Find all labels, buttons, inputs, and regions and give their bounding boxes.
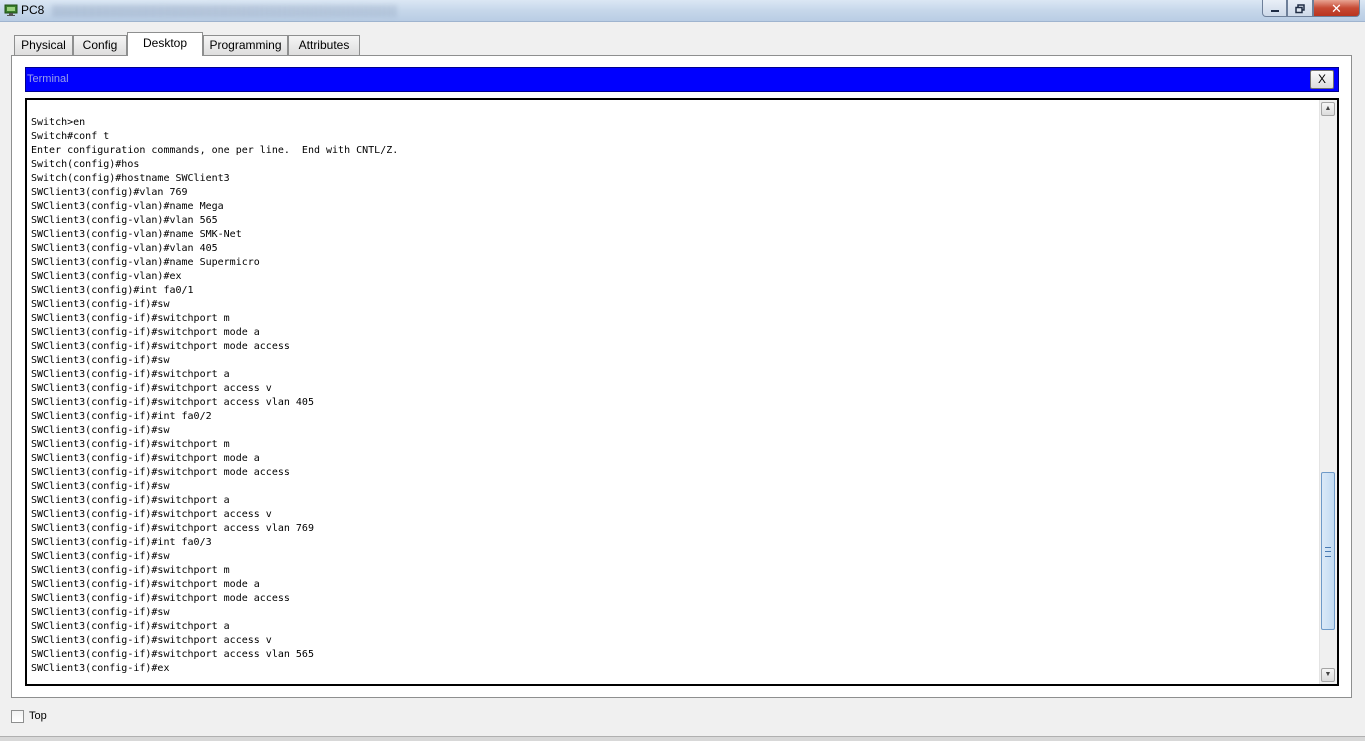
terminal-line: SWClient3(config-if)#switchport a	[31, 621, 230, 632]
terminal-console[interactable]: Switch>en Switch#conf t Enter configuratio…	[25, 98, 1339, 686]
arrow-up-icon: ▲	[1324, 105, 1332, 112]
tab-desktop[interactable]: Desktop	[127, 32, 203, 56]
terminal-line: SWClient3(config-if)#switchport access v…	[31, 523, 314, 534]
desktop-panel: Terminal X Switch>en Switch#conf t Enter c…	[11, 55, 1352, 698]
terminal-line: SWClient3(config-if)#sw	[31, 299, 170, 310]
scroll-down-button[interactable]: ▼	[1321, 668, 1335, 682]
terminal-line: SWClient3(config-vlan)#name SMK-Net	[31, 229, 242, 240]
terminal-line: SWClient3(config-if)#switchport mode a	[31, 327, 260, 338]
close-window-button[interactable]: ✕	[1313, 0, 1360, 17]
terminal-line: SWClient3(config-if)#switchport access v	[31, 383, 272, 394]
maximize-button[interactable]	[1287, 0, 1313, 17]
terminal-line: SWClient3(config)#int fa0/1	[31, 285, 194, 296]
terminal-line: SWClient3(config-if)#switchport mode a	[31, 453, 260, 464]
terminal-line: SWClient3(config-if)#switchport mode acc…	[31, 593, 290, 604]
terminal-line: SWClient3(config-vlan)#vlan 405	[31, 243, 218, 254]
terminal-line: Enter configuration commands, one per li…	[31, 145, 399, 156]
terminal-line: SWClient3(config-if)#switchport a	[31, 369, 230, 380]
maximize-icon	[1295, 4, 1305, 14]
minimize-button[interactable]	[1262, 0, 1287, 17]
terminal-line: Switch#conf t	[31, 131, 110, 142]
terminal-header: Terminal X	[25, 67, 1339, 92]
terminal-scrollbar[interactable]: ▲ ▼	[1319, 100, 1337, 684]
terminal-line: SWClient3(config-if)#switchport mode acc…	[31, 341, 290, 352]
terminal-line: SWClient3(config-if)#switchport access v…	[31, 649, 314, 660]
terminal-line: SWClient3(config-if)#switchport a	[31, 495, 230, 506]
top-checkbox[interactable]	[11, 710, 24, 723]
title-path-blurred	[52, 5, 397, 17]
tab-config[interactable]: Config	[73, 35, 127, 55]
tab-programming[interactable]: Programming	[203, 35, 288, 55]
tab-physical[interactable]: Physical	[14, 35, 73, 55]
tab-label: Programming	[209, 38, 282, 52]
terminal-line: SWClient3(config-if)#switchport m	[31, 439, 230, 450]
terminal-line: SWClient3(config-vlan)#name Supermicro	[31, 257, 260, 268]
terminal-line: SWClient3(config-if)#ex	[31, 663, 170, 674]
terminal-line: SWClient3(config-if)#int fa0/2	[31, 411, 212, 422]
terminal-line: SWClient3(config-if)#sw	[31, 481, 170, 492]
taskbar-edge	[0, 736, 1365, 741]
minimize-icon	[1270, 10, 1279, 12]
scrollbar-thumb[interactable]	[1321, 472, 1335, 630]
terminal-line: SWClient3(config-if)#sw	[31, 355, 170, 366]
terminal-line: SWClient3(config-if)#switchport mode a	[31, 579, 260, 590]
terminal-line: SWClient3(config-if)#switchport m	[31, 313, 230, 324]
terminal-line: SWClient3(config)#vlan 769	[31, 187, 188, 198]
terminal-line: SWClient3(config-if)#switchport mode acc…	[31, 467, 290, 478]
terminal-output[interactable]: Switch>en Switch#conf t Enter configuratio…	[31, 116, 398, 676]
tab-attributes[interactable]: Attributes	[288, 35, 360, 55]
terminal-line: SWClient3(config-if)#switchport m	[31, 565, 230, 576]
window-title: PC8	[21, 3, 45, 17]
terminal-line: SWClient3(config-if)#int fa0/3	[31, 537, 212, 548]
arrow-down-icon: ▼	[1324, 671, 1332, 678]
window-titlebar: PC8 ✕	[0, 0, 1365, 22]
terminal-line: SWClient3(config-if)#switchport access v…	[31, 397, 314, 408]
tab-label: Config	[82, 38, 118, 52]
terminal-line: SWClient3(config-vlan)#vlan 565	[31, 215, 218, 226]
terminal-line: SWClient3(config-if)#sw	[31, 425, 170, 436]
close-icon: ✕	[1331, 1, 1342, 16]
top-checkbox-label: Top	[29, 710, 47, 722]
terminal-line: SWClient3(config-if)#sw	[31, 551, 170, 562]
tab-label: Physical	[21, 38, 66, 52]
tab-label: Desktop	[142, 36, 188, 50]
grip-icon	[1325, 547, 1331, 557]
terminal-title: Terminal	[27, 73, 69, 85]
terminal-line: Switch(config)#hos	[31, 159, 140, 170]
terminal-line: SWClient3(config-vlan)#name Mega	[31, 201, 224, 212]
scroll-up-button[interactable]: ▲	[1321, 102, 1335, 116]
packet-tracer-pc-icon	[4, 4, 18, 16]
tab-label: Attributes	[298, 38, 350, 52]
terminal-line: Switch(config)#hostname SWClient3	[31, 173, 230, 184]
terminal-line: Switch>en	[31, 117, 86, 128]
terminal-line: SWClient3(config-vlan)#ex	[31, 271, 182, 282]
terminal-close-button[interactable]: X	[1310, 70, 1334, 89]
terminal-line: SWClient3(config-if)#switchport access v	[31, 635, 272, 646]
terminal-line: SWClient3(config-if)#sw	[31, 607, 170, 618]
terminal-line: SWClient3(config-if)#switchport access v	[31, 509, 272, 520]
